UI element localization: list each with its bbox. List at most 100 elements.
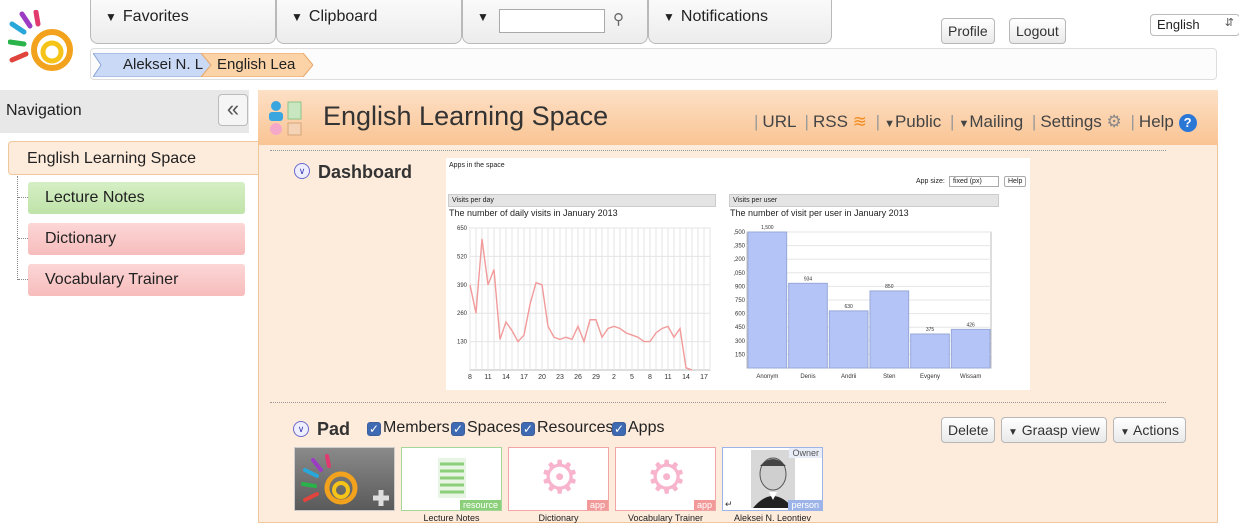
- y-tick-label: ,050: [733, 271, 745, 277]
- divider: [270, 150, 1166, 151]
- profile-button[interactable]: Profile: [941, 18, 995, 44]
- bar-value-label: 630: [844, 304, 853, 310]
- checkbox-checked-icon[interactable]: ✓: [367, 422, 381, 436]
- delete-button[interactable]: Delete: [941, 417, 996, 443]
- tile-label: Vocabulary Trainer: [627, 513, 704, 523]
- clipboard-menu[interactable]: ▼ Clipboard: [276, 0, 462, 44]
- help-link[interactable]: Help: [1139, 112, 1174, 131]
- notifications-label: Notifications: [680, 8, 769, 25]
- bar: [950, 328, 991, 369]
- bar-value-label: 426: [966, 322, 975, 328]
- add-item-tile[interactable]: [294, 447, 395, 511]
- logout-button[interactable]: Logout: [1009, 18, 1066, 44]
- nav-item-lecture-notes[interactable]: Lecture Notes: [28, 182, 245, 214]
- dictionary-tile[interactable]: ⚙ app: [508, 447, 609, 511]
- person-badge: person: [788, 500, 822, 510]
- x-tick-label: 8: [648, 374, 652, 381]
- bar-value-label: 934: [804, 276, 813, 282]
- public-dropdown[interactable]: Public: [895, 112, 941, 131]
- x-tick-label: 14: [682, 374, 690, 381]
- y-tick-label: 650: [457, 226, 468, 232]
- x-tick-label: 26: [574, 374, 582, 381]
- bar-value-label: 850: [885, 284, 894, 290]
- app-badge: app: [586, 500, 608, 510]
- x-tick-label: Evgeny: [920, 374, 940, 380]
- actions-button[interactable]: ▼ Actions: [1113, 417, 1186, 443]
- x-tick-label: 17: [520, 374, 528, 381]
- y-tick-label: ,500: [733, 230, 745, 236]
- spaces-filter[interactable]: ✓ Spaces: [451, 419, 520, 437]
- y-tick-label: 900: [735, 284, 746, 290]
- collapse-dashboard-icon[interactable]: ∨: [294, 163, 310, 179]
- checkbox-checked-icon[interactable]: ✓: [451, 422, 465, 436]
- members-filter[interactable]: ✓ Members: [367, 419, 450, 437]
- url-link[interactable]: URL: [762, 112, 795, 131]
- settings-link[interactable]: Settings: [1040, 112, 1101, 131]
- apps-filter[interactable]: ✓ Apps: [612, 419, 664, 437]
- aleksei-leontiev-tile[interactable]: Owner person ↵: [722, 447, 823, 511]
- checkbox-checked-icon[interactable]: ✓: [521, 422, 535, 436]
- collapse-nav-button[interactable]: «: [218, 94, 248, 126]
- link-icon: ↵: [725, 499, 733, 509]
- bar-panel-title: Visits per user: [729, 194, 999, 207]
- clipboard-label: Clipboard: [308, 8, 378, 25]
- navigation-header: Navigation: [0, 90, 249, 133]
- bar-value-label: 375: [926, 327, 935, 333]
- x-tick-label: Denis: [800, 374, 815, 380]
- nav-item-english-learning-space[interactable]: English Learning Space: [8, 141, 258, 175]
- space-links: | URL | RSS ≋ | ▼Public | ▼Mailing | Settings…: [750, 112, 1197, 132]
- rss-link[interactable]: RSS: [813, 112, 848, 131]
- notifications-menu[interactable]: ▼ Notifications: [648, 0, 832, 44]
- y-tick-label: 150: [735, 352, 746, 358]
- dashboard-title: Dashboard: [318, 162, 413, 182]
- nav-item-dictionary[interactable]: Dictionary: [28, 223, 245, 255]
- vocabulary-trainer-tile[interactable]: ⚙ app: [615, 447, 716, 511]
- x-tick-label: 20: [538, 374, 546, 381]
- owner-tag: Owner: [789, 448, 822, 458]
- tile-label: Dictionary: [538, 513, 579, 523]
- dropdown-triangle-icon: ▼: [477, 10, 489, 24]
- apps-header: Apps in the space: [449, 162, 505, 169]
- x-tick-label: Sten: [883, 374, 895, 380]
- help-icon[interactable]: ?: [1178, 114, 1197, 132]
- y-tick-label: 300: [735, 339, 746, 345]
- dropdown-triangle-icon: ▼: [105, 10, 117, 24]
- y-tick-label: 520: [457, 254, 468, 260]
- select-arrows-icon: ⇵: [1224, 17, 1234, 29]
- graasp-view-button[interactable]: ▼ Graasp view: [1001, 417, 1107, 443]
- search-icon[interactable]: ⚲: [613, 10, 624, 28]
- tile-label: Aleksei N. Leontiev: [733, 513, 812, 523]
- line-chart-title: The number of daily visits in January 20…: [449, 208, 618, 218]
- x-tick-label: Anonym: [756, 374, 778, 380]
- graasp-logo[interactable]: [8, 10, 78, 76]
- app-size-select[interactable]: fixed (px): [949, 176, 999, 187]
- favorites-menu[interactable]: ▼ Favorites: [90, 0, 276, 44]
- pad-title: Pad: [317, 419, 351, 439]
- divider: [270, 402, 1166, 403]
- rss-icon[interactable]: ≋: [853, 112, 867, 131]
- gears-icon[interactable]: ⚙: [1107, 112, 1122, 131]
- mailing-dropdown[interactable]: Mailing: [969, 112, 1023, 131]
- checkbox-checked-icon[interactable]: ✓: [612, 422, 626, 436]
- y-tick-label: 600: [735, 312, 746, 318]
- resources-filter[interactable]: ✓ Resources: [521, 419, 613, 437]
- collapse-pad-icon[interactable]: ∨: [293, 421, 309, 437]
- search-input[interactable]: [499, 9, 605, 33]
- language-select[interactable]: English ⇵: [1150, 14, 1239, 36]
- breadcrumb-space[interactable]: English Lea: [193, 53, 305, 77]
- space-title: English Learning Space: [323, 101, 609, 131]
- nav-item-vocabulary-trainer[interactable]: Vocabulary Trainer: [28, 264, 245, 296]
- x-tick-label: Wissam: [960, 374, 981, 380]
- help-button[interactable]: Help: [1004, 176, 1027, 187]
- gear-icon: ⚙: [539, 451, 581, 503]
- breadcrumb: Aleksei N. L English Lea: [90, 48, 1217, 80]
- x-tick-label: 2: [612, 374, 616, 381]
- lecture-notes-tile[interactable]: resource: [401, 447, 502, 511]
- search-menu[interactable]: ▼ ⚲: [462, 0, 648, 44]
- x-tick-label: Andrii: [841, 374, 856, 380]
- dropdown-triangle-icon: ▼: [291, 10, 303, 24]
- breadcrumb-user[interactable]: Aleksei N. L: [99, 53, 203, 77]
- bar: [910, 333, 950, 369]
- dashboard-widget: Apps in the space App size: fixed (px) H…: [446, 158, 1030, 390]
- x-tick-label: 8: [468, 374, 472, 381]
